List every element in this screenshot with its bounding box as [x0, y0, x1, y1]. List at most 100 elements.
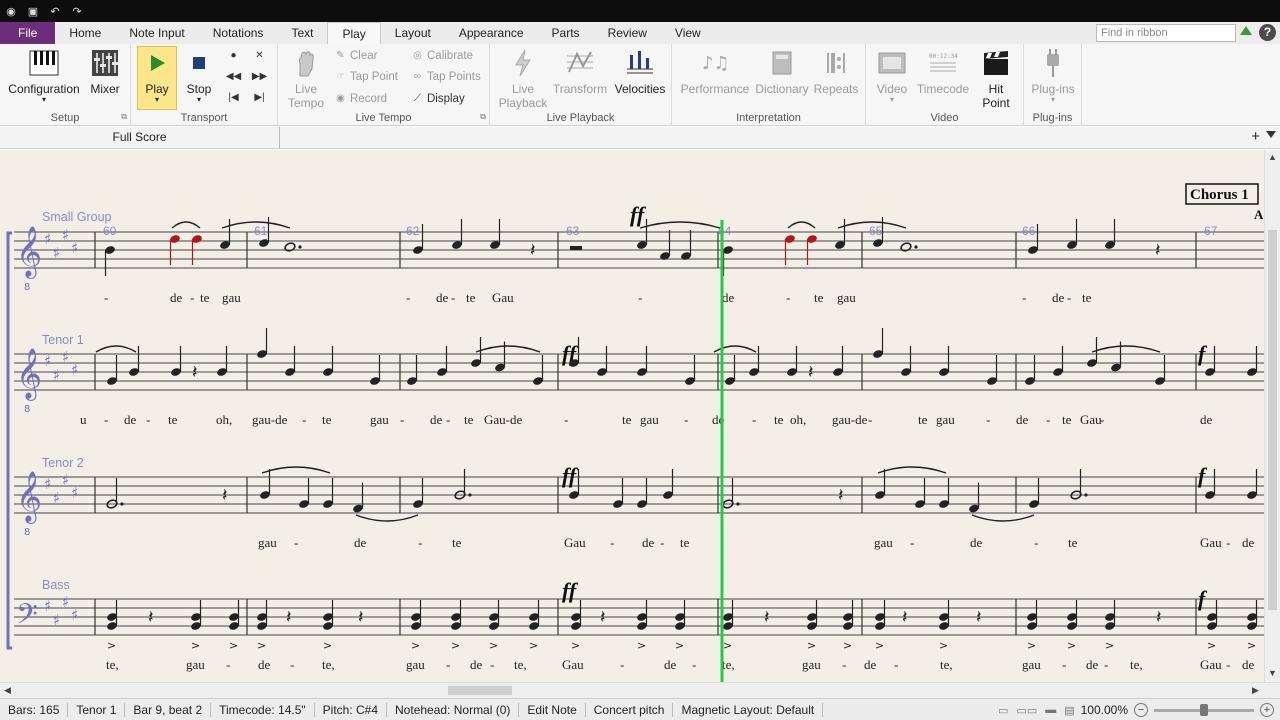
- slur[interactable]: [1091, 345, 1161, 353]
- lyric-syllable[interactable]: -: [752, 412, 756, 427]
- calibrate-button[interactable]: ◎ Calibrate: [411, 49, 473, 62]
- note[interactable]: [1086, 337, 1098, 368]
- slur[interactable]: [261, 466, 331, 474]
- note[interactable]: [968, 482, 980, 514]
- clear-button[interactable]: ✎ Clear: [334, 49, 377, 62]
- accent-mark[interactable]: >: [191, 639, 200, 652]
- note[interactable]: [1154, 355, 1166, 386]
- tap-points-button[interactable]: ∞ Tap Points: [411, 70, 481, 83]
- note[interactable]: [170, 346, 182, 377]
- lyric-syllable[interactable]: gau: [1022, 657, 1041, 672]
- note[interactable]: [914, 478, 926, 509]
- save-icon[interactable]: ▣: [26, 4, 40, 18]
- accent-mark[interactable]: >: [1105, 639, 1114, 652]
- lyric-syllable[interactable]: de: [430, 412, 443, 427]
- lyric-syllable[interactable]: de: [864, 657, 877, 672]
- lyric-syllable[interactable]: -: [400, 412, 404, 427]
- mixer-button[interactable]: Mixer: [86, 46, 124, 96]
- note[interactable]: [680, 230, 692, 261]
- note[interactable]: [436, 346, 448, 377]
- staff-name-small-group[interactable]: Small Group: [42, 210, 112, 224]
- slur[interactable]: [171, 221, 201, 229]
- note[interactable]: [256, 328, 268, 359]
- lyric-syllable[interactable]: de: [1086, 657, 1099, 672]
- status-pitch-mode[interactable]: Concert pitch: [586, 702, 674, 717]
- lyric-syllable[interactable]: te: [464, 412, 474, 427]
- bass-clef[interactable]: 𝄢: [16, 598, 38, 638]
- tab-appearance[interactable]: Appearance: [445, 22, 538, 44]
- accent-mark[interactable]: >: [1027, 639, 1036, 652]
- accent-mark[interactable]: >: [1247, 639, 1256, 652]
- accent-mark[interactable]: >: [451, 639, 460, 652]
- lyric-syllable[interactable]: te: [1062, 412, 1072, 427]
- dynamic-ff[interactable]: ff: [630, 202, 647, 227]
- lyric-syllable[interactable]: gau: [936, 412, 955, 427]
- lyric-syllable[interactable]: -: [446, 412, 450, 427]
- help-icon[interactable]: ?: [1259, 24, 1276, 41]
- treble-clef[interactable]: 𝄞: [16, 226, 42, 279]
- lyric-syllable[interactable]: -: [451, 290, 455, 305]
- accent-mark[interactable]: >: [637, 639, 646, 652]
- accent-mark[interactable]: >: [257, 639, 266, 652]
- lyric-syllable[interactable]: -: [1226, 657, 1230, 672]
- lyric-syllable[interactable]: de: [1200, 412, 1213, 427]
- lyric-syllable[interactable]: -: [294, 535, 298, 550]
- tab-text[interactable]: Text: [277, 22, 327, 44]
- note[interactable]: [406, 355, 418, 386]
- lyric-syllable[interactable]: te: [680, 535, 690, 550]
- lyric-syllable[interactable]: -: [1046, 412, 1050, 427]
- lyric-syllable[interactable]: te,: [514, 657, 527, 672]
- note[interactable]: [104, 245, 116, 276]
- live-tempo-launcher-icon[interactable]: ⧉: [480, 112, 486, 122]
- note[interactable]: [938, 346, 950, 377]
- note[interactable]: [169, 234, 181, 265]
- accent-mark[interactable]: >: [939, 639, 948, 652]
- redo-icon[interactable]: ↷: [70, 4, 84, 18]
- note[interactable]: [1246, 346, 1258, 377]
- note[interactable]: [219, 219, 231, 250]
- setup-launcher-icon[interactable]: ⧉: [121, 112, 127, 122]
- note[interactable]: [284, 346, 296, 377]
- treble-clef[interactable]: 𝄞: [16, 471, 42, 524]
- lyric-syllable[interactable]: -: [894, 657, 898, 672]
- lyric-syllable[interactable]: te,: [106, 657, 119, 672]
- lyric-syllable[interactable]: -: [1100, 412, 1104, 427]
- video-button[interactable]: Video ▾: [872, 46, 912, 104]
- note[interactable]: [1104, 219, 1116, 250]
- lyric-syllable[interactable]: te: [918, 412, 928, 427]
- lyric-syllable[interactable]: de: [470, 657, 483, 672]
- tab-layout[interactable]: Layout: [381, 22, 445, 44]
- lyric-syllable[interactable]: -: [104, 290, 108, 305]
- note[interactable]: [352, 482, 364, 514]
- lyric-syllable[interactable]: u: [80, 412, 87, 427]
- slur[interactable]: [475, 345, 541, 353]
- note[interactable]: [322, 346, 334, 377]
- staff-name-tenor-1[interactable]: Tenor 1: [42, 333, 84, 347]
- horizontal-scroll-thumb[interactable]: [448, 686, 512, 695]
- dynamic-ff[interactable]: ff: [562, 463, 579, 488]
- lyric-syllable[interactable]: -: [692, 657, 696, 672]
- undo-icon[interactable]: ↶: [48, 4, 62, 18]
- lyric-syllable[interactable]: te: [200, 290, 210, 305]
- lyric-syllable[interactable]: gau-de: [832, 412, 868, 427]
- status-magnetic-layout[interactable]: Magnetic Layout: Default: [673, 702, 824, 717]
- lyric-syllable[interactable]: Gau: [1080, 412, 1102, 427]
- score-canvas[interactable]: 𝄞8♯♯♯♯𝄞8♯♯♯♯𝄞8♯♯♯♯𝄢 ♯♯♯♯ Small Group Teno…: [0, 150, 1264, 682]
- quarter-rest[interactable]: 𝄽: [222, 485, 228, 506]
- notes[interactable]: 𝄽 𝄽 𝄽 𝄽 𝄽 𝄽 > 𝄽 > > > 𝄽 > 𝄽 > > > > > 𝄽 > > > 𝄽 > > > 𝄽 > 𝄽 > > > 𝄽 > >: [95, 217, 1258, 652]
- note[interactable]: [1024, 355, 1036, 386]
- draft-view-icon[interactable]: ▤: [1064, 704, 1074, 717]
- note[interactable]: [451, 219, 463, 250]
- accent-mark[interactable]: >: [411, 639, 420, 652]
- lyric-syllable[interactable]: Gau: [562, 657, 584, 672]
- lyric-syllable[interactable]: -: [226, 657, 230, 672]
- lyric-syllable[interactable]: Gau: [1200, 657, 1222, 672]
- lyric-syllable[interactable]: gau: [406, 657, 425, 672]
- tab-play[interactable]: Play: [327, 22, 381, 44]
- lyric-syllable[interactable]: -: [610, 535, 614, 550]
- record-button[interactable]: ◉ Record: [334, 92, 387, 105]
- horizontal-scrollbar[interactable]: ◀ ▶: [0, 682, 1280, 698]
- lyric-syllable[interactable]: te: [774, 412, 784, 427]
- slur[interactable]: [95, 345, 137, 353]
- note[interactable]: [684, 355, 696, 386]
